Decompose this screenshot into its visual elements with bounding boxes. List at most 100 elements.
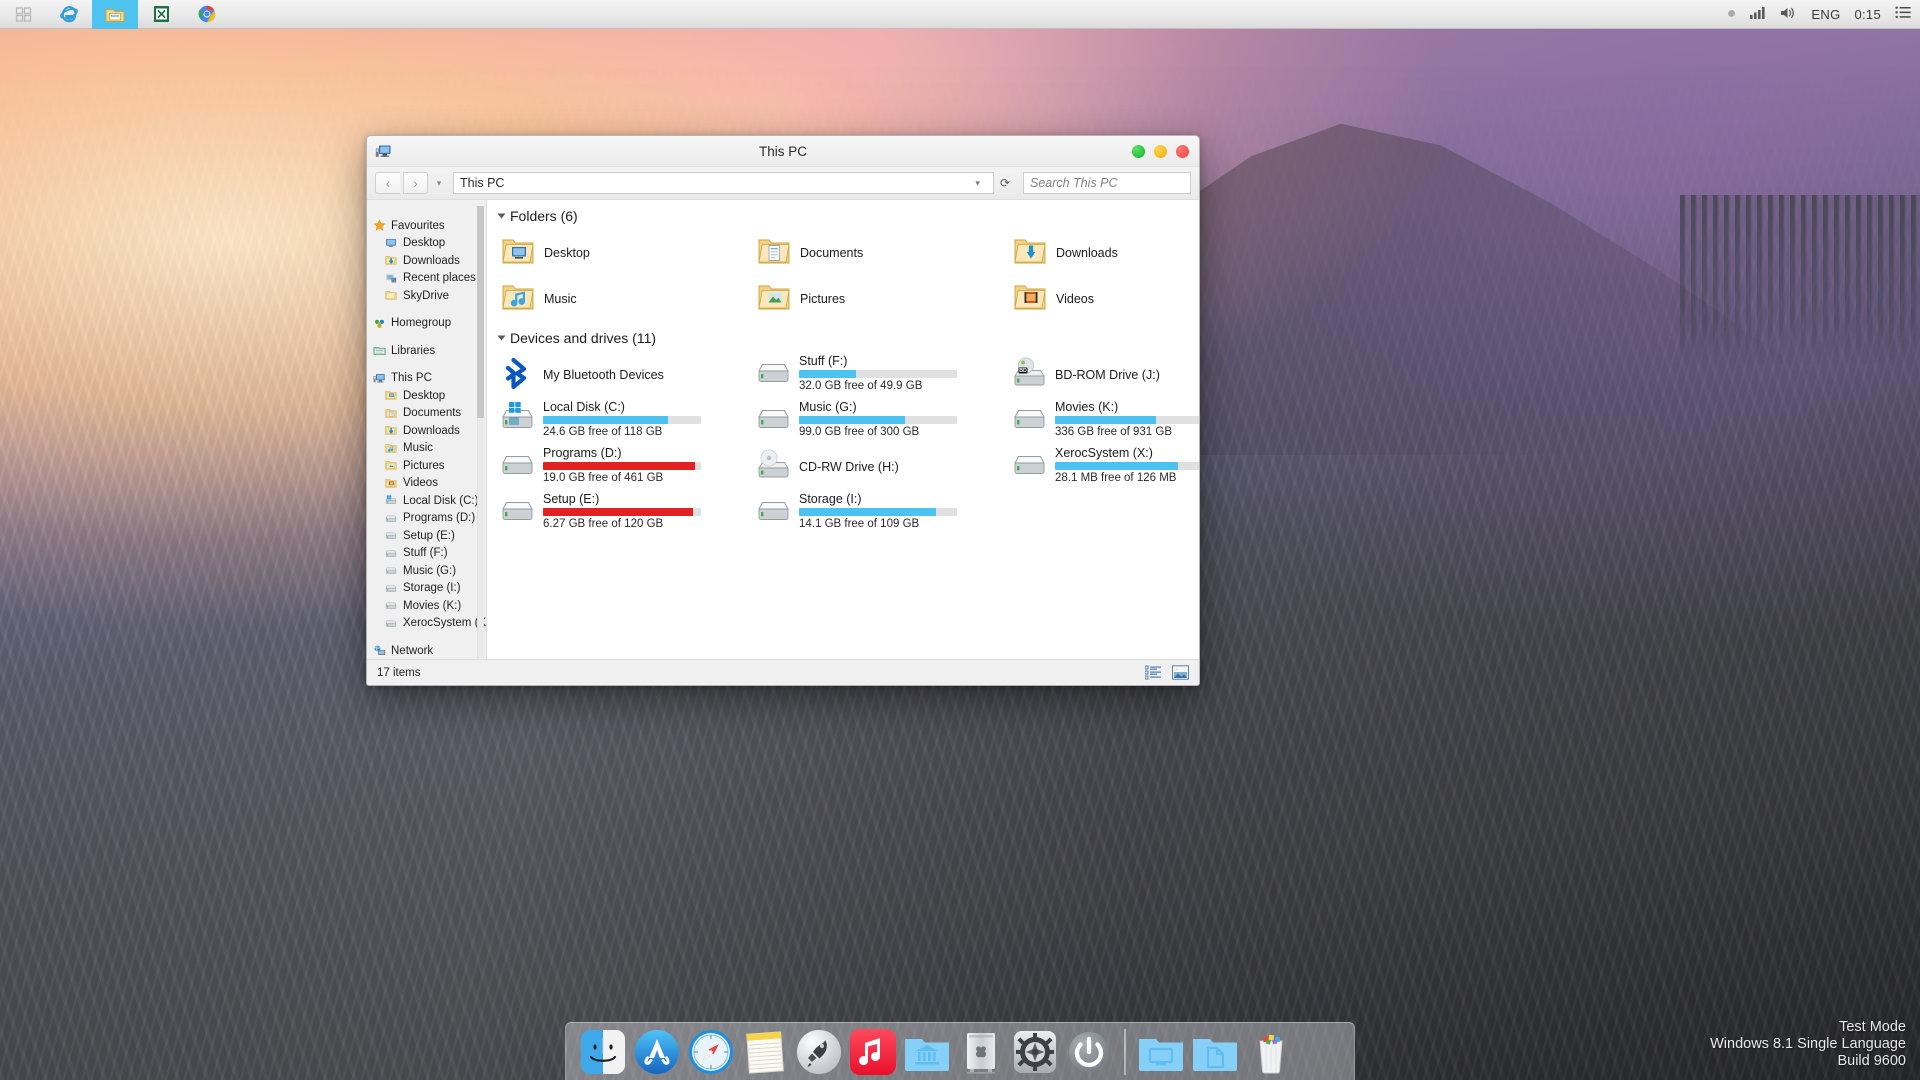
folder-desktop-icon [385,391,397,400]
sidebar-item-music-g-[interactable]: Music (G:) [373,562,487,580]
sidebar-scrollbar-thumb[interactable] [477,206,484,418]
dock-item-desktop-folder[interactable] [1136,1027,1186,1077]
sidebar-item-downloads[interactable]: Downloads [373,252,487,270]
tray-clock[interactable]: 0:15 [1854,7,1881,22]
taskbar-item-internet-explorer[interactable] [46,0,92,29]
sidebar-item-this-pc[interactable]: This PC [373,370,487,388]
address-bar[interactable]: This PC ▾ [453,172,994,194]
drive-tile[interactable]: BD BD-ROM Drive (J:) [1013,352,1199,398]
sidebar-item-downloads[interactable]: Downloads [373,422,487,440]
taskbar-item-google-chrome[interactable] [184,0,230,29]
drive-tile[interactable]: Programs (D:) 19.0 GB free of 461 GB [501,444,757,490]
dock-item-itunes[interactable] [848,1027,898,1077]
drive-tile[interactable]: Movies (K:) 336 GB free of 931 GB [1013,398,1199,444]
maximize-button[interactable] [1154,145,1167,158]
sidebar-item-xerocsystem-x-[interactable]: XerocSystem (X:) [373,615,487,633]
drives-section-header[interactable]: Devices and drives (11) [487,330,1199,346]
dock-item-power[interactable] [1064,1027,1114,1077]
sidebar-item-programs-d-[interactable]: Programs (D:) [373,510,487,528]
folder-documents-icon [758,239,790,263]
dock-item-documents-folder[interactable] [1190,1027,1240,1077]
content-pane[interactable]: Folders (6) Desktop Documents Downloads Mus… [487,200,1199,659]
sidebar-item-recent-places[interactable]: Recent places [373,270,487,288]
tray-language[interactable]: ENG [1811,7,1840,22]
sidebar-item-network[interactable]: Network [373,642,487,659]
folder-videos-icon [385,478,397,488]
folders-section-header[interactable]: Folders (6) [487,208,1199,224]
sidebar-item-label: Homegroup [391,317,452,330]
search-input[interactable]: Search This PC [1023,172,1191,194]
sidebar-item-favourites[interactable]: Favourites [373,217,487,235]
recent-locations-button[interactable]: ▾ [431,178,447,189]
dock-item-safari[interactable] [686,1027,736,1077]
windows-test-mode-watermark: Test Mode Windows 8.1 Single Language Bu… [1710,1019,1906,1070]
folder-tile[interactable]: Videos [1013,276,1199,322]
folder-tile[interactable]: Pictures [757,276,1013,322]
sidebar-item-label: Storage (I:) [403,582,461,595]
file-explorer-icon [105,8,124,22]
details-view-button[interactable] [1144,665,1162,680]
dock-item-mac-pro[interactable] [956,1027,1006,1077]
refresh-icon[interactable]: ⟳ [997,176,1013,190]
drive-tile[interactable]: My Bluetooth Devices [501,352,757,398]
window-title-bar[interactable]: This PC [367,136,1199,167]
sidebar-item-storage-i-[interactable]: Storage (I:) [373,580,487,598]
dock-item-system-preferences[interactable] [1010,1027,1060,1077]
sidebar-item-homegroup[interactable]: Homegroup [373,315,487,333]
drive-tile[interactable]: Storage (I:) 14.1 GB free of 109 GB [757,490,1013,536]
folder-tile[interactable]: Documents [757,230,1013,276]
collapse-triangle-icon[interactable] [497,335,506,341]
sidebar-item-music[interactable]: Music [373,440,487,458]
dock-item-trash[interactable] [1246,1027,1296,1077]
collapse-triangle-icon[interactable] [497,213,506,219]
close-button[interactable] [1176,145,1189,158]
dock-item-notes[interactable] [740,1027,790,1077]
sidebar-item-videos[interactable]: Videos [373,475,487,493]
sidebar-item-stuff-f-[interactable]: Stuff (F:) [373,545,487,563]
sidebar-item-libraries[interactable]: Libraries [373,342,487,360]
drive-tile[interactable]: Setup (E:) 6.27 GB free of 120 GB [501,490,757,536]
navigation-pane[interactable]: Favourites Desktop Downloads Recent places S… [367,200,487,659]
volume-icon[interactable] [1780,6,1797,23]
dock-item-app-store[interactable] [632,1027,682,1077]
tray-hidden-icons[interactable]: ● [1727,6,1737,22]
file-explorer-window[interactable]: This PC ‹ › ▾ This PC ▾ ⟳ Search This PC… [366,135,1200,686]
sidebar-item-documents[interactable]: Documents [373,405,487,423]
folder-tile[interactable]: Music [501,276,757,322]
drive-tile[interactable]: Stuff (F:) 32.0 GB free of 49.9 GB [757,352,1013,398]
drive-icon [385,529,398,542]
sidebar-item-skydrive[interactable]: SkyDrive [373,287,487,305]
folder-tile[interactable]: Desktop [501,230,757,276]
drive-icon [757,492,791,529]
forward-button[interactable]: › [403,172,428,194]
drive-tile[interactable]: Music (G:) 99.0 GB free of 300 GB [757,398,1013,444]
sidebar-item-label: XerocSystem (X:) [403,617,487,630]
sidebar-item-setup-e-[interactable]: Setup (E:) [373,527,487,545]
skydrive-folder-icon [385,289,398,302]
sidebar-item-label: This PC [391,372,432,385]
taskbar-item-excel[interactable] [138,0,184,29]
dock-item-finder[interactable] [578,1027,628,1077]
folder-tile[interactable]: Downloads [1013,230,1199,276]
chevron-down-icon[interactable]: ▾ [968,178,987,189]
drive-tile[interactable]: CD-RW Drive (H:) [757,444,1013,490]
sidebar-item-desktop[interactable]: Desktop [373,387,487,405]
dock-item-launchpad[interactable] [794,1027,844,1077]
minimize-button[interactable] [1132,145,1145,158]
dock-item-bank-folder[interactable] [902,1027,952,1077]
drive-tile[interactable]: Local Disk (C:) 24.6 GB free of 118 GB [501,398,757,444]
homegroup-icon [373,317,386,330]
back-button[interactable]: ‹ [375,172,400,194]
sidebar-item-pictures[interactable]: Pictures [373,457,487,475]
sidebar-item-local-disk-c-[interactable]: Local Disk (C:) [373,492,487,510]
action-center-icon[interactable] [1895,6,1912,22]
network-signal-icon[interactable] [1750,6,1766,22]
sidebar-item-movies-k-[interactable]: Movies (K:) [373,597,487,615]
drive-tile[interactable]: XerocSystem (X:) 28.1 MB free of 126 MB [1013,444,1199,490]
large-icons-view-button[interactable] [1172,665,1189,680]
drive-usage-bar [1055,462,1199,470]
taskbar-item-windows-start[interactable] [0,0,46,29]
taskbar-item-file-explorer[interactable] [92,0,138,29]
mac-pro-icon [967,1032,995,1074]
sidebar-item-desktop[interactable]: Desktop [373,235,487,253]
